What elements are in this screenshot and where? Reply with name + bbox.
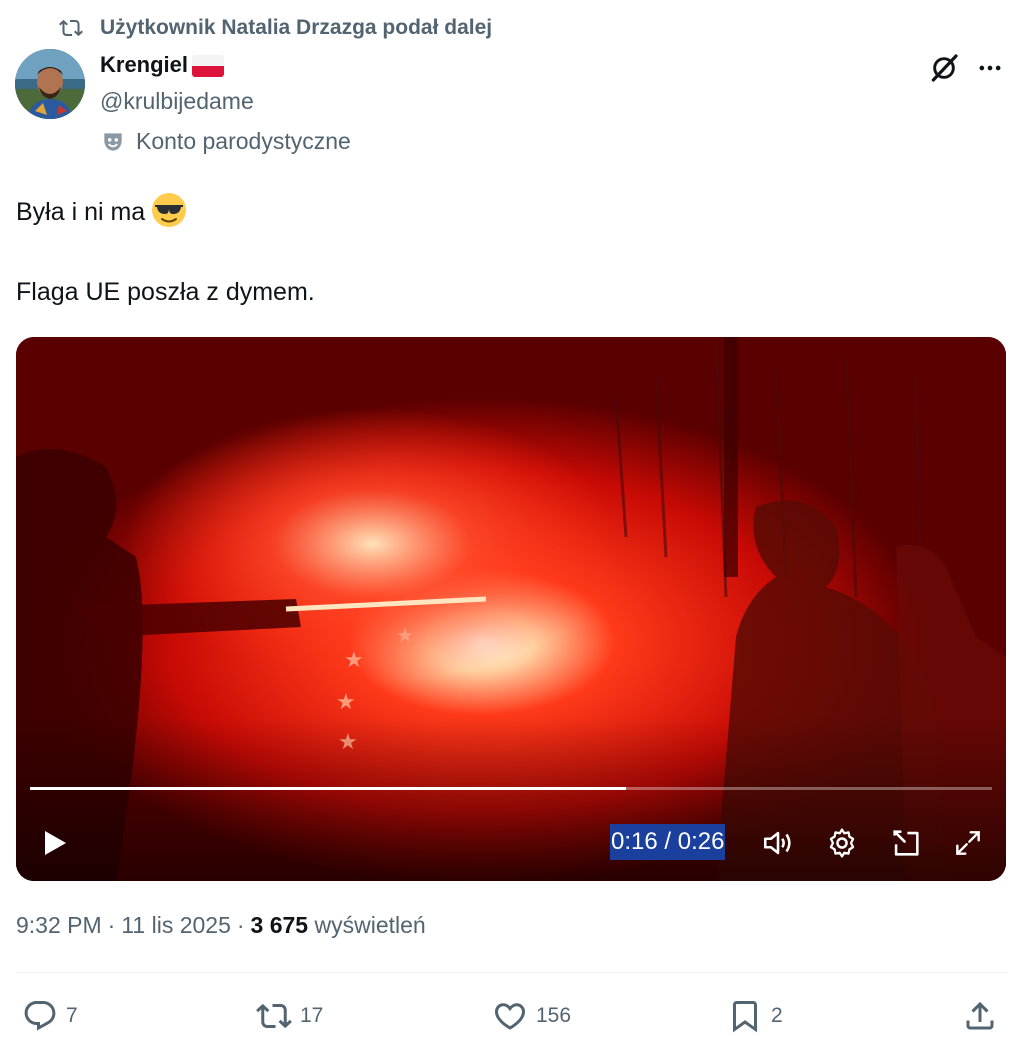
reply-count: 7 xyxy=(66,1004,78,1027)
reply-icon xyxy=(24,1001,56,1031)
parody-label: Konto parodystyczne xyxy=(100,128,351,155)
svg-text:★: ★ xyxy=(344,648,364,673)
share-icon xyxy=(966,1001,994,1030)
views-count: 3 675 xyxy=(250,912,309,938)
parody-label-text: Konto parodystyczne xyxy=(136,128,351,154)
author-name-row[interactable]: Krengiel xyxy=(100,52,225,78)
author-display-name[interactable]: Krengiel xyxy=(100,52,188,78)
video-player[interactable]: ★ ★ ★ ★ 0:16 / 0:26 xyxy=(16,337,1006,881)
more-options-button[interactable] xyxy=(972,50,1008,86)
repost-icon xyxy=(256,1003,292,1029)
grok-button[interactable] xyxy=(926,50,962,86)
retweet-header[interactable]: Użytkownik Natalia Drzazga podał dalej xyxy=(56,14,492,42)
volume-button[interactable] xyxy=(760,825,796,861)
volume-icon xyxy=(763,831,791,855)
tweet-text: Była i ni ma Flaga UE poszła z dymem. xyxy=(16,192,315,312)
repost-button[interactable]: 17 xyxy=(256,992,323,1040)
avatar[interactable] xyxy=(15,49,85,119)
video-frame: ★ ★ ★ ★ xyxy=(16,337,1006,881)
reply-button[interactable]: 7 xyxy=(22,992,78,1040)
grok-icon xyxy=(931,54,958,82)
views: 3 675 wyświetleń xyxy=(251,912,426,939)
share-button[interactable] xyxy=(962,992,998,1040)
svg-text:★: ★ xyxy=(396,623,414,647)
tweet-line-2: Flaga UE poszła z dymem. xyxy=(16,278,315,306)
tweet-time[interactable]: 9:32 PM xyxy=(16,912,102,939)
video-progress-bar[interactable] xyxy=(30,787,992,790)
bookmark-button[interactable]: 2 xyxy=(727,992,783,1040)
tweet-line-1: Była i ni ma xyxy=(16,192,315,232)
meta-separator: · xyxy=(236,912,245,938)
tweet-actions: 7 17 156 2 xyxy=(0,992,1020,1040)
gear-icon xyxy=(829,828,855,858)
video-controls: 0:16 / 0:26 xyxy=(16,807,1006,877)
play-icon[interactable] xyxy=(36,825,72,861)
parody-mask-icon xyxy=(104,132,122,151)
like-count: 156 xyxy=(536,1004,572,1027)
avatar-image xyxy=(15,49,85,119)
svg-text:★: ★ xyxy=(336,690,356,715)
poland-flag-icon xyxy=(192,55,225,77)
sunglasses-emoji-icon xyxy=(152,193,187,227)
video-progress-fill xyxy=(30,787,627,790)
like-button[interactable]: 156 xyxy=(492,992,571,1040)
meta-separator: · xyxy=(107,912,116,938)
retweet-text[interactable]: Użytkownik Natalia Drzazga podał dalej xyxy=(100,16,492,40)
settings-button[interactable] xyxy=(824,825,860,861)
divider xyxy=(16,972,1006,973)
tweet-meta: 9:32 PM · 11 lis 2025 · 3 675 wyświetleń xyxy=(16,912,426,939)
heart-icon xyxy=(494,1003,526,1030)
tweet-line-1-text: Była i ni ma xyxy=(16,198,146,226)
bookmark-count: 2 xyxy=(771,1004,783,1027)
tweet-date[interactable]: 11 lis 2025 xyxy=(121,912,231,939)
video-time: 0:16 / 0:26 xyxy=(610,824,726,860)
bookmark-icon xyxy=(733,1001,757,1033)
repost-icon xyxy=(59,19,83,37)
views-label: wyświetleń xyxy=(314,912,426,938)
more-horizontal-icon xyxy=(979,65,1001,71)
repost-count: 17 xyxy=(300,1004,324,1027)
fullscreen-button[interactable] xyxy=(950,825,986,861)
author-handle[interactable]: @krulbijedame xyxy=(100,88,254,115)
fullscreen-icon xyxy=(956,831,980,855)
picture-in-picture-icon xyxy=(893,830,919,856)
pip-button[interactable] xyxy=(888,825,924,861)
